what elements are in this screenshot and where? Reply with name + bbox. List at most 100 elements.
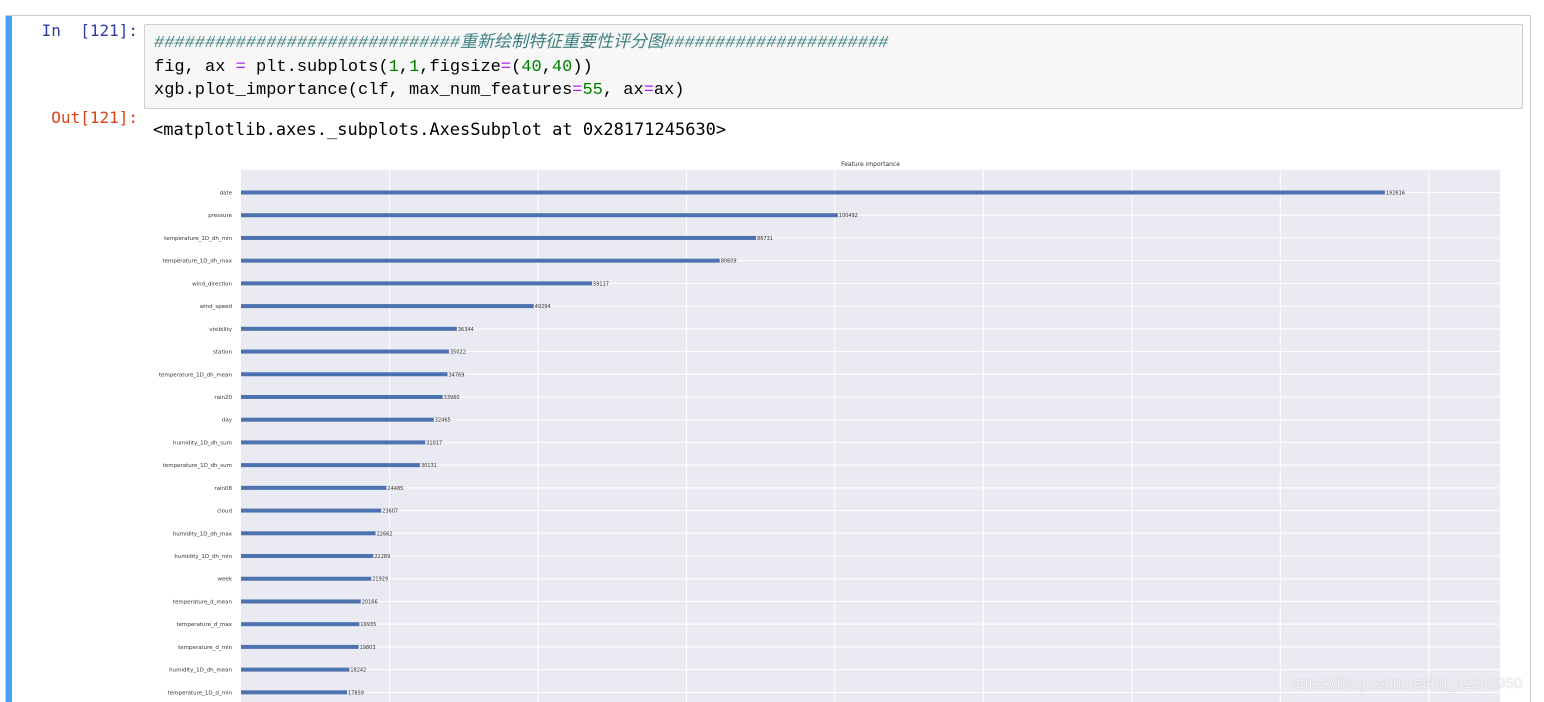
category-label: temperature_1D_dh_min: [164, 236, 232, 242]
bar-wind_speed: [241, 304, 534, 309]
value-label: 31017: [426, 440, 442, 446]
value-label: 30131: [421, 463, 437, 469]
category-label: rain08: [214, 486, 232, 492]
category-label: day: [222, 418, 233, 424]
bar-station: [241, 349, 449, 354]
bar-cloud: [241, 508, 382, 513]
value-label: 17859: [348, 690, 364, 696]
chart-title: Feature importance: [841, 161, 900, 168]
category-label: date: [220, 191, 233, 197]
value-label: 35022: [450, 350, 466, 356]
value-label: 32465: [435, 418, 451, 424]
code-token: ,figsize: [419, 57, 501, 77]
code-number: 40: [521, 57, 542, 77]
value-label: 36344: [458, 327, 474, 333]
category-label: temperature_1D_dh_mean: [159, 372, 233, 378]
code-token: ,: [541, 57, 552, 77]
bar-humidity_1D_dh_max: [241, 531, 376, 536]
bar-humidity_1D_dh_sum: [241, 440, 426, 445]
value-label: 19803: [360, 645, 376, 651]
category-label: rain20: [214, 395, 232, 401]
code-token: )): [572, 57, 593, 77]
code-token: xgb.plot_importance(clf, max_num_feature…: [154, 81, 573, 100]
bar-humidity_1D_dh_min: [241, 554, 374, 559]
bar-temperature_1D_dh_max: [241, 258, 720, 263]
category-label: temperature_1D_d_min: [168, 690, 233, 696]
bar-temperature_1D_dh_sum: [241, 463, 420, 468]
output-text: <matplotlib.axes._subplots.AxesSubplot a…: [153, 120, 727, 140]
code-operator: =: [500, 57, 512, 77]
code-token: ,: [398, 57, 410, 77]
bar-humidity_1D_dh_mean: [241, 667, 350, 672]
category-label: humidity_1D_dh_sum: [173, 440, 232, 446]
code-token: ax): [653, 81, 685, 100]
bar-temperature_1D_dh_min: [241, 235, 757, 240]
category-label: humidity_1D_dh_mean: [169, 668, 232, 674]
value-label: 34769: [448, 372, 464, 378]
category-label: humidity_1D_dh_max: [173, 531, 233, 537]
value-label: 18242: [350, 668, 366, 674]
value-label: 24485: [387, 486, 403, 492]
bar-date: [241, 190, 1385, 195]
code-number: 1: [409, 57, 420, 77]
value-label: 100492: [839, 213, 858, 219]
bar-temperature_1D_d_min: [241, 690, 348, 695]
value-label: 80609: [721, 259, 737, 265]
output-prompt: Out[121]:: [51, 108, 138, 127]
value-label: 49294: [535, 304, 551, 310]
bar-temperature_d_mean: [241, 599, 361, 604]
bar-temperature_d_max: [241, 622, 360, 627]
category-label: temperature_d_mean: [173, 599, 233, 605]
cell-selection-bar: [6, 16, 12, 702]
category-label: visibility: [209, 327, 232, 333]
value-label: 33960: [444, 395, 460, 401]
bar-pressure: [241, 213, 838, 218]
code-token: (: [511, 57, 522, 77]
code-token: plt.subplots(: [245, 57, 389, 77]
category-label: cloud: [217, 509, 232, 515]
category-label: temperature_d_min: [178, 645, 232, 651]
category-label: humidity_1D_dh_min: [174, 554, 232, 560]
bar-rain08: [241, 485, 387, 490]
value-label: 86731: [757, 236, 773, 242]
category-label: temperature_d_max: [176, 622, 232, 628]
category-label: temperature_1D_dh_max: [162, 259, 232, 265]
code-number: 55: [582, 81, 603, 100]
code-editor[interactable]: ##############################重新绘制特征重要性评…: [144, 24, 1523, 109]
value-label: 192616: [1386, 191, 1405, 197]
chart-svg: Feature importance date 192616 pressure 1004…: [159, 161, 1500, 702]
value-label: 23607: [382, 509, 398, 515]
value-label: 20166: [362, 599, 378, 605]
category-label: wind_speed: [200, 304, 232, 310]
bar-day: [241, 417, 434, 422]
value-label: 22289: [374, 554, 390, 560]
code-text[interactable]: ##############################重新绘制特征重要性评…: [154, 32, 889, 103]
notebook-page: In [121]: ##############################…: [0, 0, 1544, 702]
value-label: 22662: [377, 531, 393, 537]
plot-background: [241, 170, 1500, 702]
code-operator: =: [572, 81, 583, 100]
bar-visibility: [241, 326, 457, 331]
category-label: week: [218, 577, 233, 583]
category-label: station: [213, 350, 232, 356]
bar-rain20: [241, 394, 443, 399]
category-label: pressure: [208, 213, 232, 219]
code-token: , ax: [602, 81, 644, 100]
bar-week: [241, 576, 372, 581]
value-label: 59117: [593, 281, 609, 287]
feature-importance-chart: Feature importance date 192616 pressure 1004…: [140, 150, 1520, 702]
code-operator: =: [643, 81, 654, 100]
value-label: 21929: [372, 577, 388, 583]
bar-temperature_1D_dh_mean: [241, 372, 448, 377]
code-comment: ##############################重新绘制特征重要性评…: [154, 34, 889, 53]
category-label: wind_direction: [192, 281, 232, 287]
value-label: 19935: [360, 622, 376, 628]
watermark: https://blog.csdn.net/qq_41940950: [1292, 675, 1523, 692]
bar-wind_direction: [241, 281, 593, 286]
code-number: 40: [551, 57, 573, 77]
code-token: fig, ax: [154, 57, 236, 77]
code-number: 1: [388, 57, 399, 77]
bar-temperature_d_min: [241, 644, 359, 649]
code-operator: =: [235, 57, 246, 77]
category-label: temperature_1D_dh_sum: [163, 463, 232, 469]
